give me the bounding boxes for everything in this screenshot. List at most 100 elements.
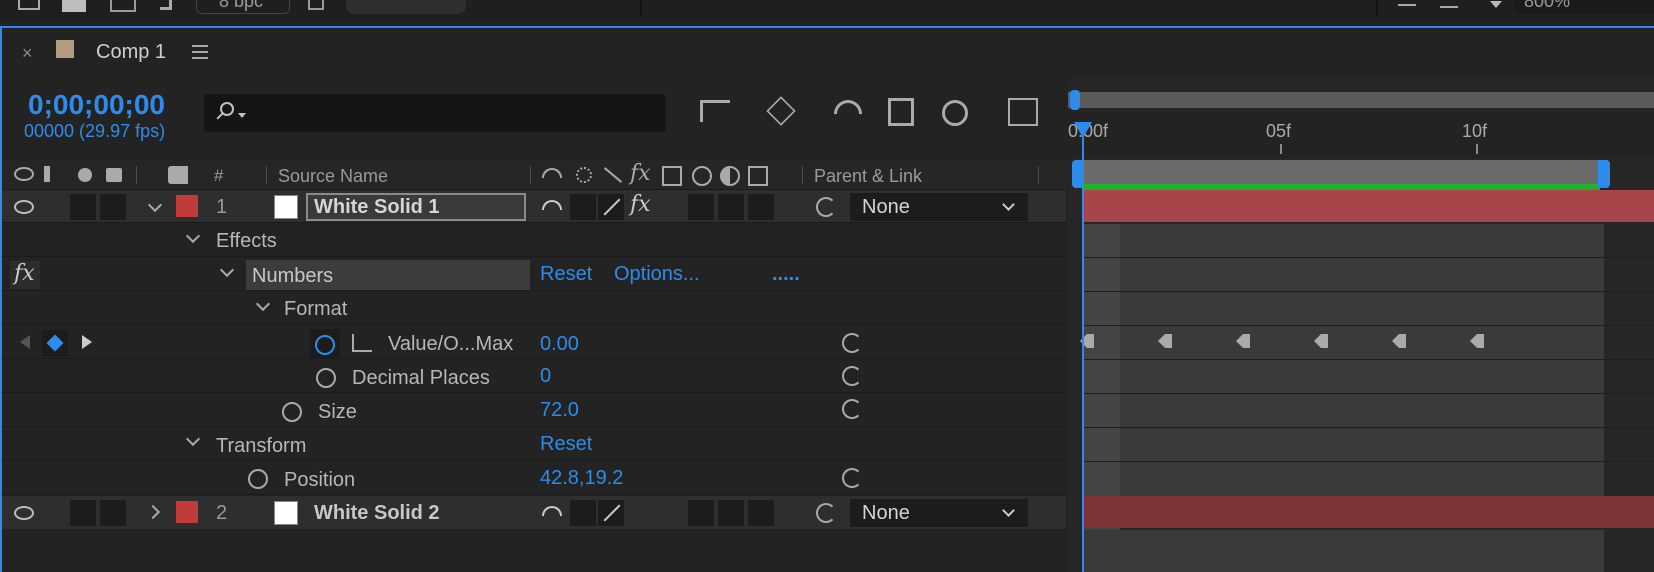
stopwatch-active[interactable]	[310, 329, 340, 359]
lock-toggle[interactable]	[100, 500, 126, 526]
parent-dropdown[interactable]: None	[850, 499, 1028, 527]
time-ruler[interactable]: 0:00f 05f 10f	[1068, 110, 1654, 158]
shy-switch-icon[interactable]	[542, 200, 562, 210]
quality-switch[interactable]	[598, 194, 624, 220]
bpc-button[interactable]: 8 bpc	[196, 0, 290, 14]
column-parent-link[interactable]: Parent & Link	[814, 165, 922, 187]
transform-group-row[interactable]: Transform Reset	[2, 428, 1066, 461]
graph-editor-icon[interactable]	[1008, 98, 1038, 126]
collapse-switch[interactable]	[570, 194, 596, 220]
graph-icon[interactable]	[352, 334, 372, 352]
collapse-switch-icon[interactable]	[576, 167, 592, 183]
audio-toggle[interactable]	[70, 500, 96, 526]
audio-toggle[interactable]	[70, 194, 96, 220]
adjustment-switch-icon[interactable]	[720, 166, 740, 186]
collapse-switch[interactable]	[570, 500, 596, 526]
fx-toggle[interactable]: fx	[10, 261, 40, 289]
current-timecode[interactable]: 0;00;00;00	[28, 90, 165, 120]
quality-switch-icon[interactable]	[603, 167, 623, 183]
effects-switch-icon[interactable]: fx	[630, 163, 651, 185]
comp-tab-title[interactable]: Comp 1	[96, 41, 166, 63]
adjustment-switch[interactable]	[748, 194, 774, 220]
parent-dropdown[interactable]: None	[850, 193, 1028, 221]
shy-layers-icon[interactable]	[834, 100, 862, 114]
expression-spiral-icon[interactable]	[842, 399, 862, 419]
shy-switch-icon[interactable]	[542, 168, 562, 178]
chevron-right-icon[interactable]	[145, 504, 161, 520]
folder-icon[interactable]	[62, 0, 86, 12]
value-property-row[interactable]: Value/O...Max 0.00	[2, 326, 1066, 359]
close-icon[interactable]: ×	[22, 42, 33, 64]
effects-group-row[interactable]: Effects	[2, 224, 1066, 257]
motion-blur-switch[interactable]	[718, 194, 744, 220]
zoom-field[interactable]: 800%	[1514, 0, 1654, 14]
decimal-places-value[interactable]: 0	[540, 365, 551, 387]
frame-blend-switch[interactable]	[688, 500, 714, 526]
layer-label-color[interactable]	[176, 195, 198, 217]
layer-name-field[interactable]: White Solid 1	[306, 193, 526, 221]
size-property-row[interactable]: Size 72.0	[2, 394, 1066, 427]
layer-2-duration-bar[interactable]	[1082, 496, 1654, 528]
size-property-value[interactable]: 72.0	[540, 399, 579, 421]
navigator-start-handle[interactable]	[1070, 90, 1080, 110]
comp-flowchart-icon[interactable]	[700, 100, 730, 122]
motion-blur-icon[interactable]	[942, 100, 968, 126]
motion-blur-switch[interactable]	[718, 500, 744, 526]
align-icon[interactable]	[1398, 0, 1416, 6]
3d-layer-switch-icon[interactable]	[748, 166, 768, 186]
options-dots[interactable]: .....	[772, 263, 800, 285]
next-keyframe-icon[interactable]	[82, 335, 92, 349]
time-navigator[interactable]	[1068, 92, 1654, 108]
pickwhip-spiral-icon[interactable]	[816, 503, 836, 523]
stopwatch-icon[interactable]	[282, 402, 302, 422]
expression-spiral-icon[interactable]	[842, 333, 862, 353]
pickwhip-icon[interactable]	[160, 0, 172, 10]
value-property-value[interactable]: 0.00	[540, 333, 579, 355]
frame-blend-switch-icon[interactable]	[662, 166, 682, 186]
expression-spiral-icon[interactable]	[842, 468, 862, 488]
chevron-down-icon[interactable]	[185, 228, 201, 244]
chevron-down-icon[interactable]	[185, 431, 201, 447]
column-source-name[interactable]: Source Name	[278, 165, 388, 187]
motion-blur-switch-icon[interactable]	[692, 166, 712, 186]
eye-icon[interactable]	[14, 167, 34, 181]
layer-label-color[interactable]	[176, 501, 198, 523]
add-keyframe-button[interactable]	[42, 330, 68, 356]
frame-blending-icon[interactable]	[888, 98, 914, 126]
panel-menu-icon[interactable]	[192, 45, 208, 59]
text-tool-icon[interactable]	[1440, 0, 1458, 8]
lock-icon[interactable]	[106, 168, 122, 182]
shy-switch-icon[interactable]	[542, 506, 562, 516]
stopwatch-icon[interactable]	[248, 469, 268, 489]
quality-switch[interactable]	[598, 500, 624, 526]
trash-icon[interactable]	[308, 0, 324, 10]
flowchart-icon[interactable]	[110, 0, 136, 12]
chevron-down-icon[interactable]	[219, 262, 235, 278]
layer-row-1[interactable]: 1 White Solid 1 fx None	[2, 190, 1066, 223]
eye-icon[interactable]	[14, 506, 34, 520]
eye-icon[interactable]	[14, 200, 34, 214]
work-area-bar[interactable]	[1082, 160, 1600, 190]
lock-toggle[interactable]	[100, 194, 126, 220]
composition-icon[interactable]	[18, 0, 40, 10]
transform-reset-link[interactable]: Reset	[540, 433, 592, 455]
position-property-row[interactable]: Position 42.8,19.2	[2, 462, 1066, 495]
reset-link[interactable]: Reset	[540, 263, 592, 285]
expression-spiral-icon[interactable]	[842, 366, 862, 386]
search-field-top[interactable]	[346, 0, 466, 14]
comp-color-swatch[interactable]	[56, 40, 74, 58]
work-area-end-handle[interactable]	[1598, 160, 1610, 188]
pickwhip-spiral-icon[interactable]	[816, 197, 836, 217]
chevron-down-icon[interactable]	[255, 296, 271, 312]
layer-search-input[interactable]	[204, 94, 666, 132]
layer-name[interactable]: White Solid 2	[314, 502, 440, 524]
audio-icon[interactable]	[44, 166, 62, 182]
prev-keyframe-icon[interactable]	[20, 335, 30, 349]
solo-icon[interactable]	[78, 168, 92, 182]
position-property-value[interactable]: 42.8,19.2	[540, 467, 623, 489]
decimal-places-row[interactable]: Decimal Places 0	[2, 360, 1066, 393]
layer-1-duration-bar[interactable]	[1082, 190, 1654, 222]
format-group-row[interactable]: Format	[2, 292, 1066, 325]
chevron-down-icon[interactable]	[147, 197, 163, 213]
adjustment-switch[interactable]	[748, 500, 774, 526]
